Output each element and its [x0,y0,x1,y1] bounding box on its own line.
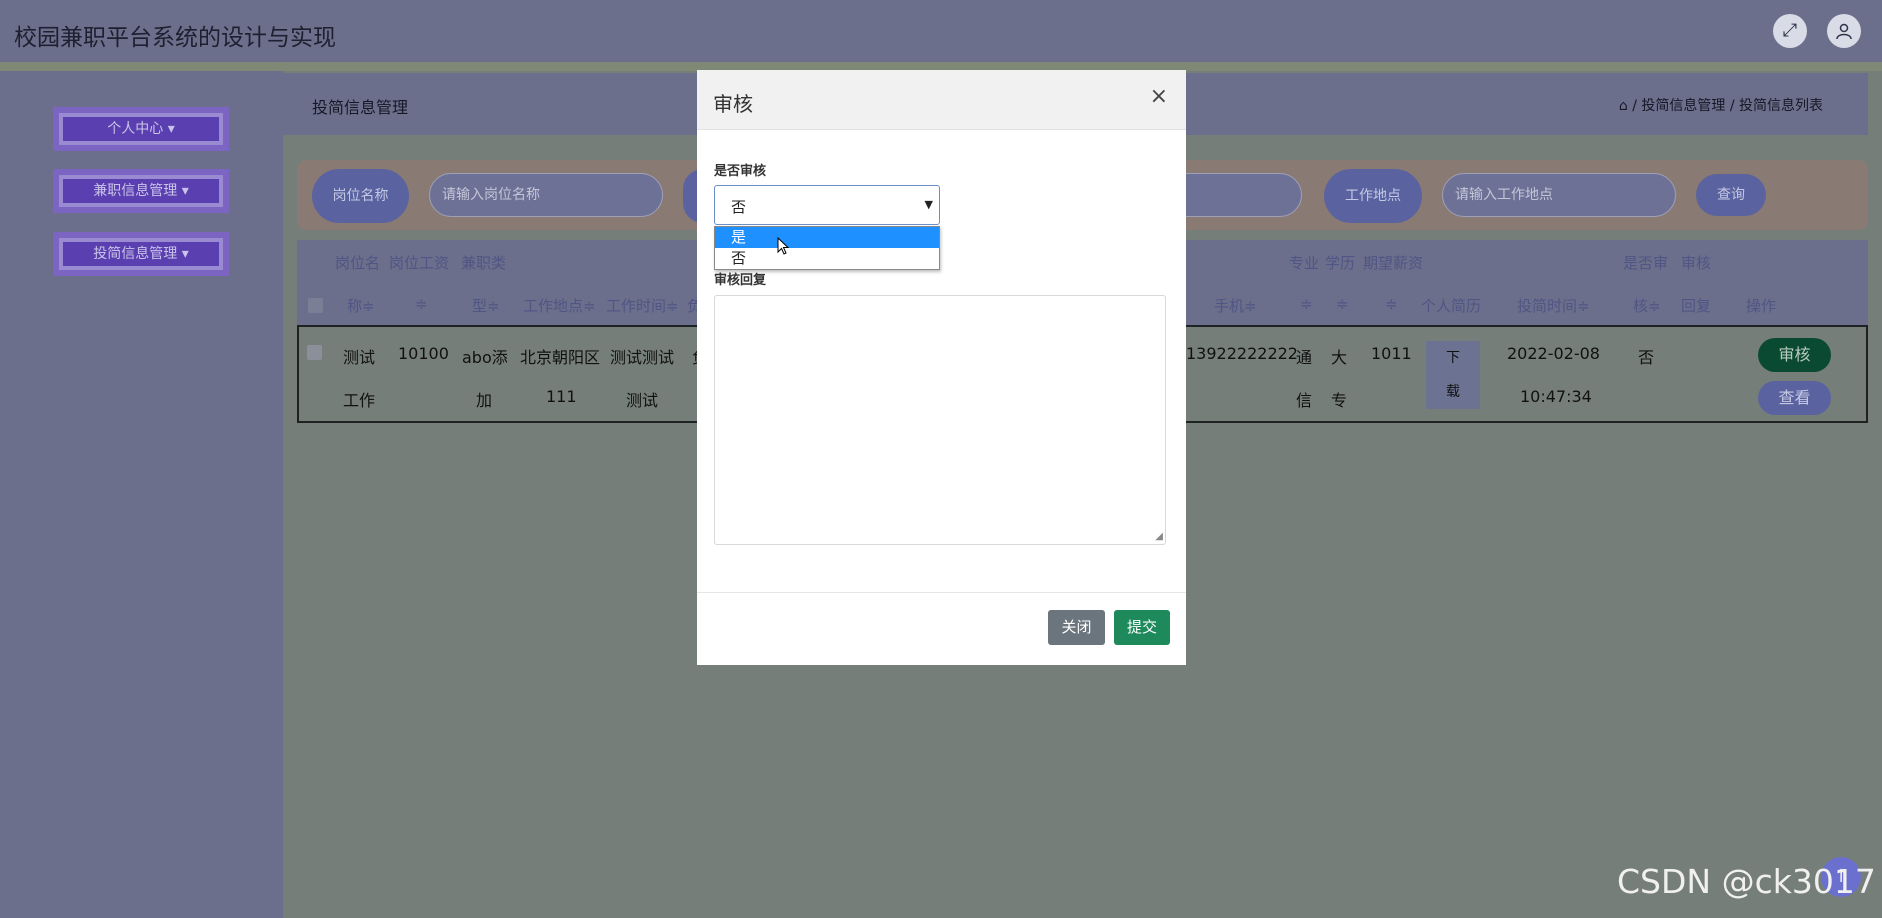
cell-job-type: abo添 [462,348,508,367]
th-sort-location[interactable]: 工作地点≑ [523,295,596,316]
position-name-input[interactable]: 请输入岗位名称 [429,173,663,217]
resize-handle-icon[interactable]: ◢ [1155,531,1163,542]
option-yes[interactable]: 是 [715,227,939,248]
th-resume: 个人简历 [1421,297,1482,315]
cell-location: 北京朝阳区 [520,348,601,367]
cell-submit-date: 2022-02-08 [1507,344,1600,363]
th-sort-submit-time[interactable]: 投简时间≑ [1517,295,1590,316]
modal-header: 审核 × [697,70,1186,130]
work-location-label: 工作地点 [1324,169,1422,223]
audit-status-select[interactable]: 否 ▼ [714,185,940,225]
query-button[interactable]: 查询 [1696,174,1766,216]
cell-position-name-cont: 工作 [343,391,376,410]
breadcrumb[interactable]: ⌂ / 投简信息管理 / 投简信息列表 [1619,95,1823,115]
audit-status-label: 是否审核 [714,164,767,179]
cell-phone: 13922222222 [1186,344,1298,363]
download-label: 下 [1446,350,1460,366]
close-icon[interactable]: × [1150,84,1168,109]
close-button[interactable]: 关闭 [1048,610,1105,645]
th-education: 学历 [1325,254,1356,272]
th-position-name: 岗位名 [335,254,381,272]
th-audit-reply: 审核 [1681,254,1712,272]
th-expected-salary: 期望薪资 [1363,254,1424,272]
select-all-checkbox[interactable] [308,298,323,313]
mouse-cursor-icon [777,237,789,255]
app-title: 校园兼职平台系统的设计与实现 [14,25,336,51]
cell-audited: 否 [1638,348,1655,367]
cell-education-cont: 专 [1331,391,1348,410]
cell-major-cont: 信 [1296,391,1313,410]
expand-icon[interactable]: ⤢ [1773,14,1807,48]
audit-modal: 审核 × 是否审核 否 ▼ 是 否 审核回复 ◢ 关闭 提交 [697,70,1186,665]
cell-work-time: 测试测试 [610,348,675,367]
th-sort-expected[interactable]: ≑ [1385,295,1398,313]
cell-location-cont: 111 [546,387,577,406]
filter-input-partial[interactable] [1177,173,1302,217]
chevron-down-icon: ▼ [924,198,933,211]
th-sort-name[interactable]: 称≑ [347,295,375,316]
cell-submit-time: 10:47:34 [1520,387,1592,406]
th-sort-audited[interactable]: 核≑ [1633,295,1661,316]
cell-education: 大 [1331,348,1348,367]
download-resume-button[interactable]: 下 载 [1426,341,1480,409]
modal-footer: 关闭 提交 [697,592,1186,665]
th-job-type: 兼职类 [461,254,507,272]
sidebar-item-resume-info[interactable]: 投简信息管理 ▾ [53,232,229,276]
th-sort-education[interactable]: ≑ [1336,295,1349,313]
cell-expected-salary: 1011 [1371,344,1412,363]
cell-salary: 10100 [398,344,449,363]
audit-reply-textarea[interactable]: ◢ [714,295,1166,545]
sidebar-item-label: 个人中心 ▾ [107,121,175,137]
cell-major: 通 [1296,348,1313,367]
watermark: CSDN @ck3017 [1617,862,1876,901]
th-audited: 是否审 [1623,254,1669,272]
th-actions: 操作 [1746,297,1777,315]
th-sort-type[interactable]: 型≑ [472,295,500,316]
sidebar: 个人中心 ▾ 兼职信息管理 ▾ 投简信息管理 ▾ [0,71,283,918]
page-title: 投简信息管理 [312,98,409,117]
cell-job-type-cont: 加 [476,391,493,410]
select-value: 否 [731,198,747,216]
th-sort-major[interactable]: ≑ [1300,295,1313,313]
option-no[interactable]: 否 [715,248,939,269]
sidebar-item-job-info[interactable]: 兼职信息管理 ▾ [53,169,229,213]
work-location-input[interactable]: 请输入工作地点 [1442,173,1676,217]
cell-work-time-cont: 测试 [626,391,659,410]
top-bar: 校园兼职平台系统的设计与实现 ⤢ [0,0,1882,62]
user-icon[interactable] [1827,14,1861,48]
download-label-cont: 载 [1446,384,1460,400]
sidebar-item-personal-center[interactable]: 个人中心 ▾ [53,107,229,151]
audit-button[interactable]: 审核 [1758,338,1831,372]
modal-title: 审核 [713,92,753,116]
view-button[interactable]: 查看 [1758,381,1831,415]
submit-button[interactable]: 提交 [1114,610,1170,645]
th-sort-phone[interactable]: 手机≑ [1214,295,1257,316]
sidebar-item-label: 投简信息管理 ▾ [93,246,189,262]
row-checkbox[interactable] [307,345,322,360]
th-major: 专业 [1289,254,1320,272]
th-position-salary: 岗位工资 [389,254,450,272]
th-sort-time[interactable]: 工作时间≑ [606,295,679,316]
sidebar-item-label: 兼职信息管理 ▾ [93,183,189,199]
audit-status-dropdown: 是 否 [714,226,940,270]
position-name-label: 岗位名称 [312,169,409,223]
audit-reply-label: 审核回复 [714,273,767,288]
cell-position-name: 测试 [343,348,376,367]
th-reply: 回复 [1681,297,1712,315]
th-sort-salary[interactable]: ≑ [415,295,428,313]
